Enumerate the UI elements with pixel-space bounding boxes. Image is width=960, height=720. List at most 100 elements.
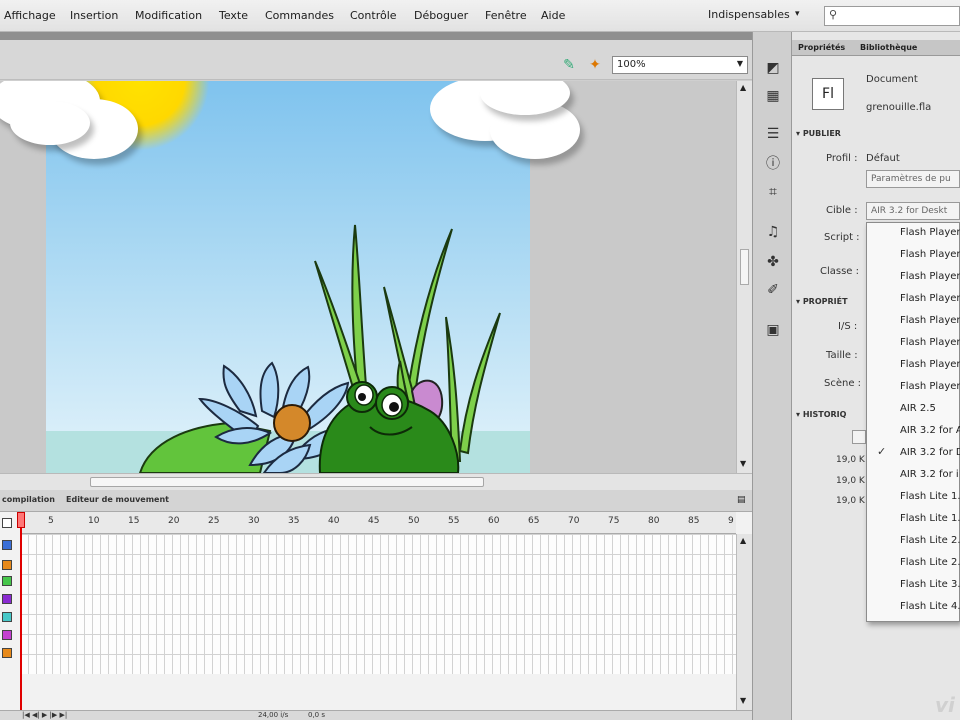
timeline-panel[interactable]: 5 10 15 20 25 30 35 40 45 50 55 60 65 70…	[0, 512, 752, 710]
frame-ruler[interactable]: 5 10 15 20 25 30 35 40 45 50 55 60 65 70…	[20, 512, 736, 534]
transform-icon[interactable]: ⌗	[763, 182, 783, 202]
target-option[interactable]: Flash Player	[900, 293, 960, 304]
panel-dock: ◩ ▦ ☰ ⓘ ⌗ ♫ ✤ ✐ ▣	[752, 32, 792, 720]
size-label: Taille :	[826, 350, 858, 361]
layer-color-swatch[interactable]	[2, 560, 12, 570]
menu-affichage[interactable]: Affichage	[4, 9, 56, 22]
tab-library[interactable]: Bibliothèque	[860, 43, 917, 52]
chevron-down-icon[interactable]: ▾	[795, 9, 800, 19]
menu-fenetre[interactable]: Fenêtre	[485, 9, 527, 22]
panel-menu-icon[interactable]: ▤	[737, 495, 746, 505]
search-input[interactable]: ⚲	[824, 6, 960, 26]
target-dropdown-menu[interactable]: Flash Player Flash Player Flash Player F…	[866, 222, 960, 622]
layer-color-swatch[interactable]	[2, 612, 12, 622]
fps-readout[interactable]: 24,00 i/s	[258, 711, 288, 719]
color-panel-icon[interactable]: ◩	[763, 58, 783, 78]
presets-icon[interactable]: ✤	[763, 252, 783, 272]
layer-color-swatch[interactable]	[2, 576, 12, 586]
menu-deboguer[interactable]: Déboguer	[414, 9, 468, 22]
history-button[interactable]	[852, 430, 866, 444]
target-option[interactable]: Flash Player	[900, 381, 960, 392]
scene-artwork[interactable]	[0, 81, 736, 473]
layer-color-swatch[interactable]	[2, 630, 12, 640]
properties-tab-bar: Propriétés Bibliothèque	[792, 40, 960, 56]
target-option[interactable]: Flash Lite 2.	[900, 535, 960, 546]
menu-commandes[interactable]: Commandes	[265, 9, 334, 22]
tab-properties[interactable]: Propriétés	[798, 43, 845, 52]
chevron-down-icon: ▼	[736, 59, 743, 68]
section-properties-label: PROPRIÉT	[802, 297, 848, 306]
scroll-up-icon[interactable]: ▲	[740, 83, 746, 92]
info-icon[interactable]: ⓘ	[763, 154, 783, 174]
history-size: 19,0 K	[836, 496, 865, 506]
target-option[interactable]: Flash Lite 4.	[900, 601, 960, 612]
document-tab-bar	[0, 32, 752, 40]
menu-controle[interactable]: Contrôle	[350, 9, 397, 22]
tab-motion-editor[interactable]: Editeur de mouvement	[66, 495, 169, 504]
target-option[interactable]: AIR 3.2 for i	[900, 469, 959, 480]
layer-color-swatch[interactable]	[2, 594, 12, 604]
ruler-tick: 65	[528, 516, 540, 526]
section-publish[interactable]: ▾ PUBLIER	[796, 129, 841, 138]
layer-outline-icon[interactable]	[2, 518, 12, 528]
stage-horizontal-scrollbar[interactable]	[0, 473, 752, 490]
edit-scene-icon[interactable]: ✦	[586, 56, 604, 74]
publish-settings-button[interactable]: Paramètres de pu	[866, 170, 960, 188]
ruler-tick: 75	[608, 516, 620, 526]
stage-toolbar: ✎ ✦ 100% ▼	[0, 40, 752, 80]
zoom-select[interactable]: 100% ▼	[612, 56, 748, 74]
timeline-scrollbar[interactable]: ▲ ▼	[736, 534, 752, 710]
scroll-thumb[interactable]	[90, 477, 484, 487]
target-option[interactable]: Flash Player	[900, 337, 960, 348]
ruler-tick: 45	[368, 516, 380, 526]
ruler-tick: 10	[88, 516, 100, 526]
menu-insertion[interactable]: Insertion	[70, 9, 118, 22]
target-option[interactable]: Flash Player	[900, 271, 960, 282]
layer-color-swatch[interactable]	[2, 648, 12, 658]
ruler-tick: 60	[488, 516, 500, 526]
playhead-handle[interactable]	[17, 512, 25, 528]
stage-area[interactable]	[0, 81, 736, 473]
target-option[interactable]: Flash Player	[900, 315, 960, 326]
layer-color-swatch[interactable]	[2, 540, 12, 550]
ruler-tick: 40	[328, 516, 340, 526]
target-option[interactable]: Flash Player	[900, 249, 960, 260]
stage-vertical-scrollbar[interactable]: ▲ ▼	[736, 81, 752, 473]
scroll-down-icon[interactable]: ▼	[740, 459, 746, 468]
target-option[interactable]: Flash Player	[900, 227, 960, 238]
frame-grid[interactable]	[20, 534, 736, 674]
target-option[interactable]: Flash Lite 1.	[900, 513, 960, 524]
scroll-down-icon[interactable]: ▼	[740, 696, 746, 705]
components-icon[interactable]: ♫	[763, 222, 783, 242]
section-properties[interactable]: ▾ PROPRIÉT	[796, 297, 848, 306]
target-option[interactable]: Flash Lite 2.	[900, 557, 960, 568]
tab-compilation[interactable]: compilation	[2, 495, 55, 504]
target-option-selected[interactable]: AIR 3.2 for D	[900, 447, 960, 458]
scroll-thumb[interactable]	[740, 249, 749, 285]
align-icon[interactable]: ☰	[763, 124, 783, 144]
menu-aide[interactable]: Aide	[541, 9, 565, 22]
target-option[interactable]: Flash Lite 1.	[900, 491, 960, 502]
target-option[interactable]: AIR 3.2 for A	[900, 425, 960, 436]
menu-modification[interactable]: Modification	[135, 9, 202, 22]
menu-texte[interactable]: Texte	[219, 9, 248, 22]
ruler-tick: 85	[688, 516, 700, 526]
target-option[interactable]: Flash Lite 3.	[900, 579, 960, 590]
target-option[interactable]: AIR 2.5	[900, 403, 936, 414]
library-icon[interactable]: ▣	[763, 320, 783, 340]
scroll-up-icon[interactable]: ▲	[740, 536, 746, 545]
playback-controls-icon[interactable]: |◀ ◀| ▶ |▶ ▶|	[22, 711, 67, 719]
flower-center-graphic	[273, 404, 311, 442]
target-select[interactable]: AIR 3.2 for Deskt	[866, 202, 960, 220]
playhead[interactable]	[20, 512, 22, 710]
time-readout: 0,0 s	[308, 711, 326, 719]
ruler-tick: 30	[248, 516, 260, 526]
section-history[interactable]: ▾ HISTORIQ	[796, 410, 846, 419]
ruler-tick: 20	[168, 516, 180, 526]
ruler-tick: 25	[208, 516, 220, 526]
swatches-icon[interactable]: ▦	[763, 86, 783, 106]
edit-symbols-icon[interactable]: ✎	[560, 56, 578, 74]
code-snippets-icon[interactable]: ✐	[763, 280, 783, 300]
workspace-switcher[interactable]: Indispensables	[708, 8, 790, 21]
target-option[interactable]: Flash Player	[900, 359, 960, 370]
